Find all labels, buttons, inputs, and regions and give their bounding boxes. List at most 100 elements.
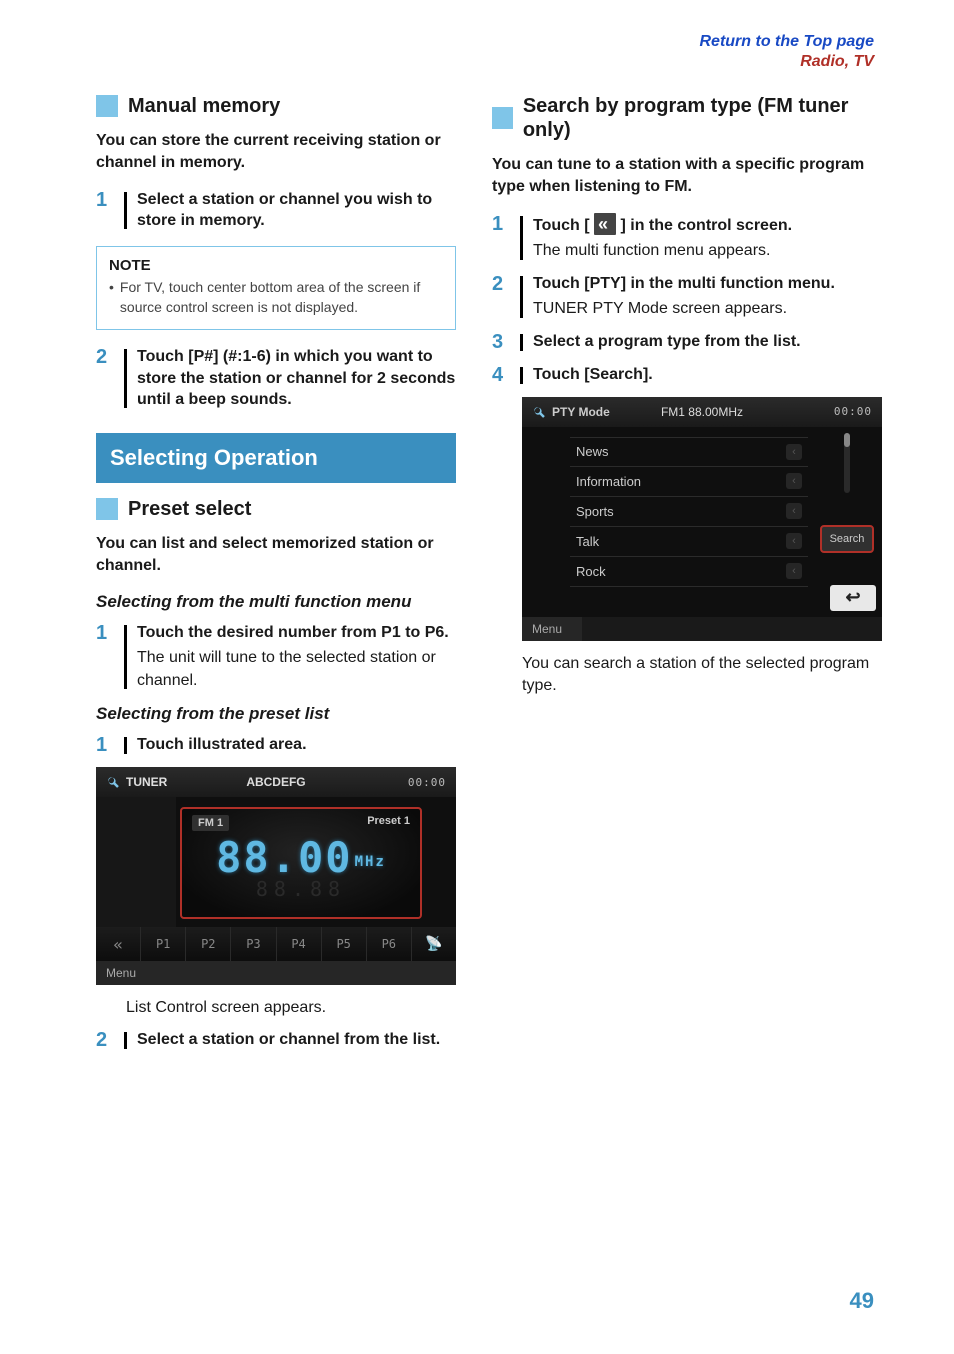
list-item[interactable]: Talk‹: [570, 527, 808, 557]
list-item[interactable]: News‹: [570, 437, 808, 467]
step-divider: [520, 276, 523, 318]
subheading-manual-memory: Manual memory: [96, 94, 456, 118]
preset-button[interactable]: P2: [185, 927, 230, 961]
ss-info-panel[interactable]: FM 1 Preset 1 88.00MHz 88.88: [180, 807, 422, 919]
step-text: Touch the desired number from P1 to P6.: [137, 622, 456, 644]
list-item[interactable]: Rock‹: [570, 557, 808, 587]
step-plain: The multi function menu appears.: [533, 240, 882, 262]
step-number: 4: [492, 364, 510, 387]
step-text: Touch [PTY] in the multi function menu.: [533, 273, 882, 295]
preset-button[interactable]: P5: [321, 927, 366, 961]
scrollbar[interactable]: [844, 433, 850, 493]
subheading-marker: [96, 498, 118, 520]
preset-button[interactable]: P3: [230, 927, 275, 961]
chevron-left-icon[interactable]: «: [96, 927, 140, 961]
section-heading-selecting-operation: Selecting Operation: [96, 433, 456, 483]
step-text: Select a program type from the list.: [533, 331, 882, 353]
return-icon[interactable]: ↩: [830, 585, 876, 611]
step-number: 2: [492, 273, 510, 321]
pty-step-3: 3 Select a program type from the list.: [492, 331, 882, 354]
chevron-left-icon: ‹: [786, 473, 802, 489]
step-plain: TUNER PTY Mode screen appears.: [533, 298, 882, 320]
note-text: For TV, touch center bottom area of the …: [120, 278, 443, 317]
ss-title: ABCDEFG: [219, 775, 332, 789]
return-top-link[interactable]: Return to the Top page: [96, 32, 874, 52]
preset-button[interactable]: P1: [140, 927, 185, 961]
bullet-icon: •: [109, 278, 114, 317]
chevron-left-icon: ‹: [786, 563, 802, 579]
step-divider: [124, 349, 127, 408]
settings-icon[interactable]: [106, 775, 120, 789]
list-item[interactable]: Information‹: [570, 467, 808, 497]
preset-list-step-2: 2 Select a station or channel from the l…: [96, 1029, 456, 1052]
subsection-preset-list: Selecting from the preset list: [96, 704, 456, 724]
step-number: 1: [96, 622, 114, 692]
ss-title: FM1 88.00MHz: [645, 405, 758, 419]
step-divider: [520, 334, 523, 351]
preset-mf-step-1: 1 Touch the desired number from P1 to P6…: [96, 622, 456, 692]
chevron-left-icon: ‹: [786, 503, 802, 519]
note-box: NOTE • For TV, touch center bottom area …: [96, 246, 456, 330]
screenshot-pty: PTY Mode FM1 88.00MHz 00:00 News‹ Inform…: [522, 397, 882, 641]
manual-memory-step-1: 1 Select a station or channel you wish t…: [96, 189, 456, 232]
subheading-text: Search by program type (FM tuner only): [523, 94, 882, 142]
antenna-icon[interactable]: 📡: [411, 927, 456, 961]
step-divider: [124, 192, 127, 229]
subheading-marker: [492, 107, 513, 129]
step-text: Touch illustrated area.: [137, 734, 456, 756]
ss-titlebar: PTY Mode FM1 88.00MHz 00:00: [522, 397, 882, 427]
ss-preset-bar: « P1 P2 P3 P4 P5 P6 📡: [96, 927, 456, 961]
subsection-multi-function: Selecting from the multi function menu: [96, 592, 456, 612]
ss-mode-label: PTY Mode: [552, 405, 610, 419]
header-links: Return to the Top page Radio, TV: [96, 32, 874, 72]
page-number: 49: [850, 1288, 874, 1314]
ss-preset: Preset 1: [367, 815, 410, 831]
step-divider: [124, 1032, 127, 1049]
note-item: • For TV, touch center bottom area of th…: [109, 278, 443, 317]
ss-clock: 00:00: [333, 776, 446, 789]
step-divider: [124, 737, 127, 754]
ss-left-pane: [96, 797, 176, 927]
chevron-left-icon: ‹: [786, 533, 802, 549]
ss-mode-label: TUNER: [126, 775, 167, 789]
step-divider: [520, 367, 523, 384]
pty-step-2: 2 Touch [PTY] in the multi function menu…: [492, 273, 882, 321]
step-text: Select a station or channel from the lis…: [137, 1029, 456, 1051]
search-pty-intro: You can tune to a station with a specifi…: [492, 154, 882, 199]
ss-menu-button[interactable]: Menu: [522, 617, 582, 641]
step-number: 2: [96, 1029, 114, 1052]
ss-clock: 00:00: [759, 405, 872, 418]
right-column: Search by program type (FM tuner only) Y…: [492, 86, 882, 1062]
step-number: 3: [492, 331, 510, 354]
step-number: 2: [96, 346, 114, 411]
subheading-marker: [96, 95, 118, 117]
screenshot2-caption: You can search a station of the selected…: [522, 653, 882, 698]
subheading-preset-select: Preset select: [96, 497, 456, 521]
settings-icon[interactable]: [532, 405, 546, 419]
step-text: Touch [Search].: [533, 364, 882, 386]
step-text: Touch [P#] (#:1-6) in which you want to …: [137, 346, 456, 411]
preset-select-intro: You can list and select memorized statio…: [96, 533, 456, 578]
preset-button[interactable]: P6: [366, 927, 411, 961]
pty-step-4: 4 Touch [Search].: [492, 364, 882, 387]
step-text: Touch [ ] in the control screen.: [533, 213, 882, 237]
manual-memory-step-2: 2 Touch [P#] (#:1-6) in which you want t…: [96, 346, 456, 411]
step-plain: The unit will tune to the selected stati…: [137, 647, 456, 692]
chevron-left-icon: [594, 213, 616, 235]
subheading-text: Preset select: [128, 497, 251, 521]
subheading-text: Manual memory: [128, 94, 280, 118]
ss-band: FM 1: [192, 815, 229, 831]
step-number: 1: [492, 213, 510, 263]
screenshot-tuner: TUNER ABCDEFG 00:00 FM 1 Preset 1 88.00M…: [96, 767, 456, 985]
step-divider: [520, 216, 523, 260]
section-link[interactable]: Radio, TV: [96, 52, 874, 72]
step-text: Select a station or channel you wish to …: [137, 189, 456, 232]
preset-button[interactable]: P4: [276, 927, 321, 961]
step-divider: [124, 625, 127, 689]
list-item[interactable]: Sports‹: [570, 497, 808, 527]
ss-menu-button[interactable]: Menu: [96, 961, 456, 985]
search-button[interactable]: Search: [820, 525, 875, 553]
ss-frequency: 88.00MHz: [216, 837, 386, 879]
pty-step-1: 1 Touch [ ] in the control screen. The m…: [492, 213, 882, 263]
ss-ghost-digits: 88.88: [256, 877, 346, 901]
